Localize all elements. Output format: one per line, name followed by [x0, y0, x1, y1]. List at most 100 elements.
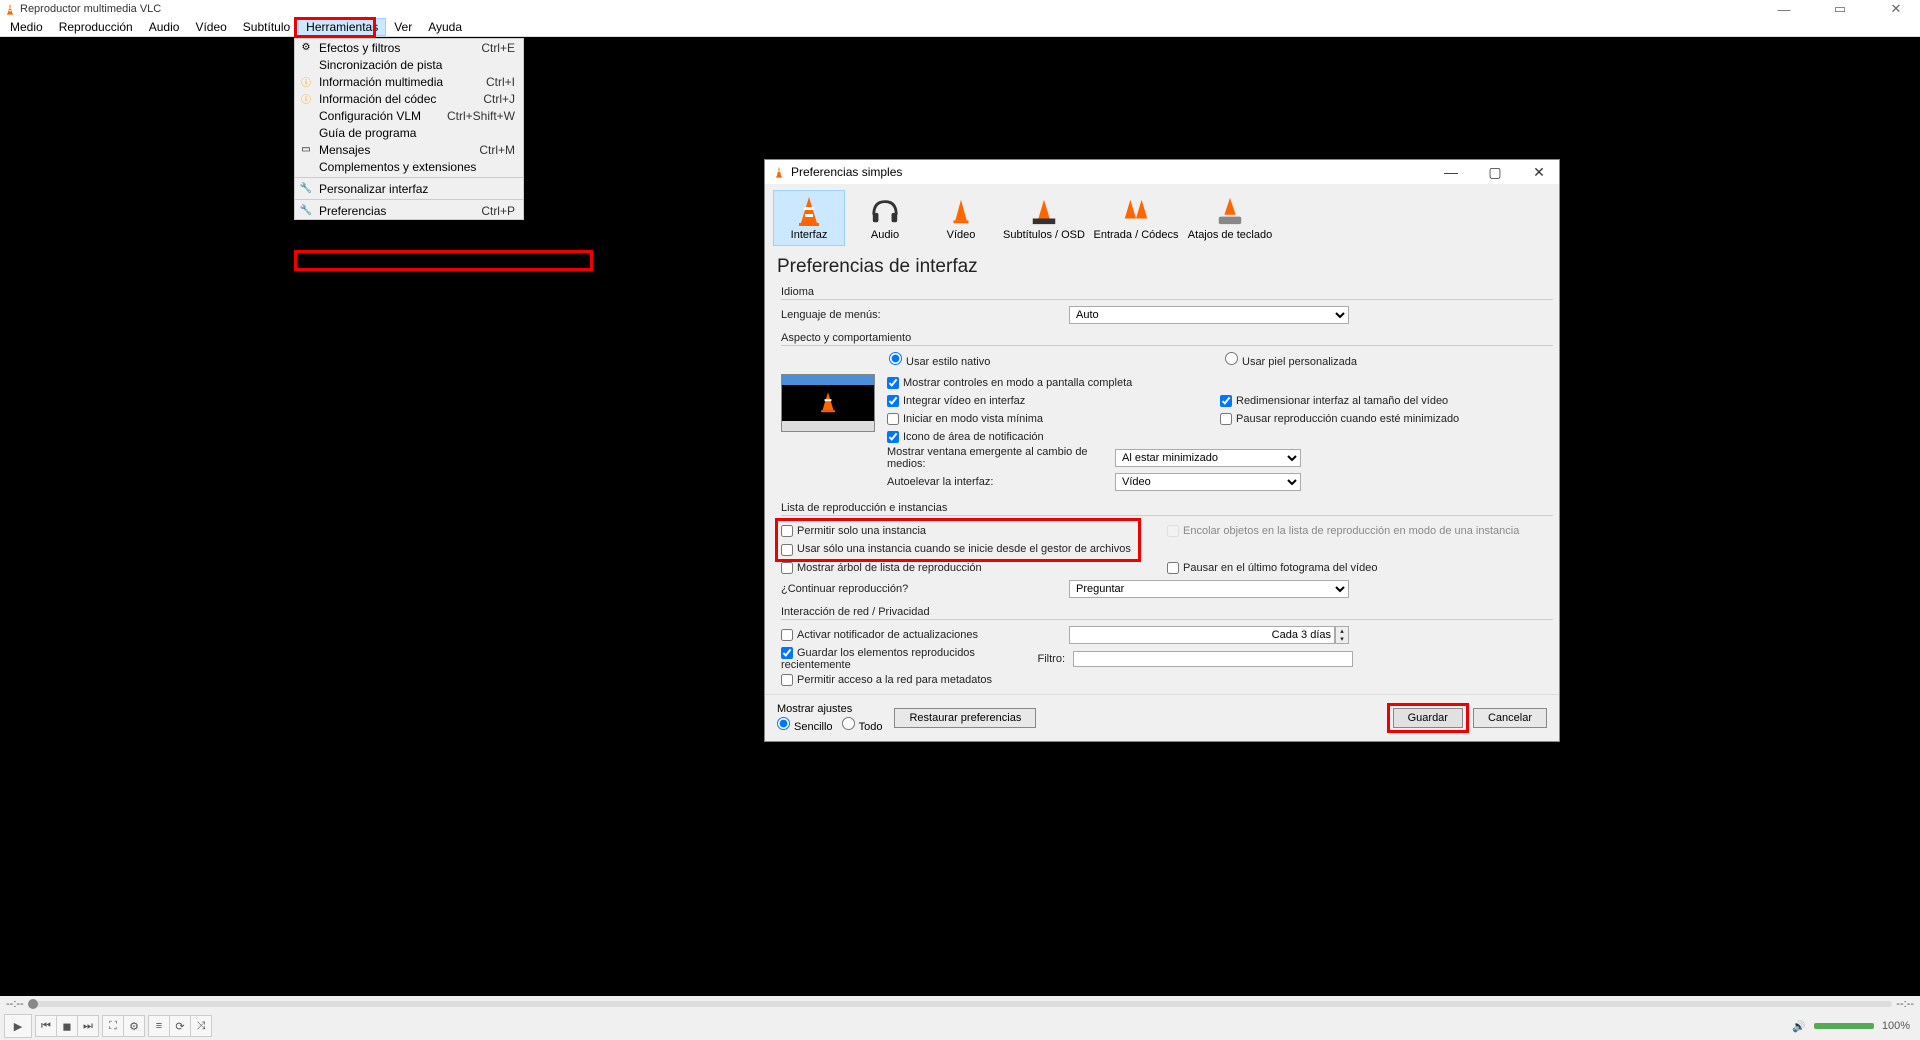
prev-button[interactable]: ⏮ — [35, 1015, 57, 1037]
autoraise-select[interactable]: Vídeo — [1115, 473, 1301, 491]
playlist-button[interactable]: ≡ — [148, 1015, 170, 1037]
update-interval-input[interactable] — [1069, 626, 1335, 644]
ext-settings-button[interactable]: ⚙ — [123, 1015, 145, 1037]
dropdown-separator — [295, 177, 523, 178]
timeline: --:-- --:-- — [0, 996, 1920, 1012]
menu-efectos-filtros[interactable]: ⚙Efectos y filtrosCtrl+E — [295, 39, 523, 56]
filter-input[interactable] — [1073, 651, 1353, 667]
dialog-minimize-button[interactable]: — — [1435, 162, 1467, 182]
time-elapsed: --:-- — [6, 998, 24, 1010]
one-instance-check[interactable]: Permitir solo una instancia — [781, 525, 926, 537]
cat-atajos[interactable]: Atajos de teclado — [1185, 190, 1275, 246]
update-notifier-check[interactable]: Activar notificador de actualizaciones — [781, 629, 1061, 641]
show-settings-label: Mostrar ajustes — [777, 703, 882, 715]
menu-video[interactable]: Vídeo — [187, 18, 234, 36]
pause-last-check[interactable]: Pausar en el último fotograma del vídeo — [1167, 562, 1377, 574]
volume-slider[interactable] — [1814, 1023, 1874, 1029]
dialog-close-button[interactable]: ✕ — [1523, 162, 1555, 182]
interface-cone-icon — [793, 195, 825, 227]
cat-audio[interactable]: Audio — [849, 190, 921, 246]
filter-label: Filtro: — [1029, 653, 1065, 665]
window-close-button[interactable]: ✕ — [1876, 0, 1916, 18]
volume-percent: 100% — [1882, 1020, 1910, 1032]
cat-video[interactable]: Vídeo — [925, 190, 997, 246]
cancel-button[interactable]: Cancelar — [1473, 708, 1547, 728]
window-title: Reproductor multimedia VLC — [20, 3, 161, 15]
menu-vlm[interactable]: Configuración VLMCtrl+Shift+W — [295, 107, 523, 124]
menu-lang-select[interactable]: Auto — [1069, 306, 1349, 324]
menu-personalizar[interactable]: 🔧Personalizar interfaz — [295, 180, 523, 197]
section-title: Idioma — [781, 286, 1553, 300]
headphones-icon — [869, 195, 901, 227]
volume-icon[interactable]: 🔊 — [1792, 1020, 1806, 1033]
menu-sincronizacion[interactable]: Sincronización de pista — [295, 56, 523, 73]
section-playlist: Lista de reproducción e instancias Permi… — [781, 502, 1553, 597]
vlc-cone-icon — [773, 166, 785, 178]
start-minimal-check[interactable]: Iniciar en modo vista mínima — [887, 413, 1043, 425]
settings-all-radio[interactable]: Todo — [842, 721, 883, 733]
pause-minimized-check[interactable]: Pausar reproducción cuando esté minimiza… — [1220, 413, 1459, 425]
prefs-body[interactable]: Idioma Lenguaje de menús: Auto Aspecto y… — [765, 286, 1559, 694]
popup-select[interactable]: Al estar minimizado — [1115, 449, 1301, 467]
section-idioma: Idioma Lenguaje de menús: Auto — [781, 286, 1553, 324]
message-icon: ▭ — [299, 143, 313, 157]
loop-button[interactable]: ⟳ — [169, 1015, 191, 1037]
save-recent-check[interactable]: Guardar los elementos reproducidos recie… — [781, 647, 1021, 671]
menu-reproduccion[interactable]: Reproducción — [51, 18, 141, 36]
window-minimize-button[interactable]: — — [1764, 0, 1804, 18]
one-instance-fm-check[interactable]: Usar sólo una instancia cuando se inicie… — [781, 543, 1131, 555]
fullscreen-controls-check[interactable]: Mostrar controles en modo a pantalla com… — [887, 377, 1132, 389]
dropdown-separator — [295, 199, 523, 200]
tray-icon-check[interactable]: Icono de área de notificación — [887, 431, 1044, 443]
cat-interfaz[interactable]: Interfaz — [773, 190, 845, 246]
next-button[interactable]: ⏭ — [77, 1015, 99, 1037]
prefs-section-title: Preferencias de interfaz — [765, 252, 1559, 286]
menu-info-multimedia[interactable]: ⓘInformación multimediaCtrl+I — [295, 73, 523, 90]
window-maximize-button[interactable]: ▭ — [1820, 0, 1860, 18]
continue-select[interactable]: Preguntar — [1069, 580, 1349, 598]
menu-medio[interactable]: Medio — [2, 18, 51, 36]
dialog-maximize-button[interactable]: ▢ — [1479, 162, 1511, 182]
time-total: --:-- — [1896, 998, 1914, 1010]
allow-meta-check[interactable]: Permitir acceso a la red para metadatos — [781, 674, 992, 686]
seek-knob[interactable] — [28, 999, 38, 1009]
section-title: Lista de reproducción e instancias — [781, 502, 1553, 516]
autoraise-label: Autoelevar la interfaz: — [887, 476, 1107, 488]
seek-track[interactable] — [28, 1001, 1893, 1007]
popup-label: Mostrar ventana emergente al cambio de m… — [887, 446, 1107, 470]
stop-button[interactable]: ◼ — [56, 1015, 78, 1037]
menu-herramientas[interactable]: Herramientas — [298, 18, 386, 36]
keyboard-cone-icon — [1214, 195, 1246, 227]
play-button[interactable]: ▶ — [4, 1014, 32, 1038]
menu-complementos[interactable]: Complementos y extensiones — [295, 158, 523, 175]
resize-interface-check[interactable]: Redimensionar interfaz al tamaño del víd… — [1220, 395, 1448, 407]
menu-mensajes[interactable]: ▭MensajesCtrl+M — [295, 141, 523, 158]
menu-subtitulo[interactable]: Subtítulo — [235, 18, 298, 36]
section-network: Interacción de red / Privacidad Activar … — [781, 606, 1553, 686]
cat-entrada-codecs[interactable]: Entrada / Códecs — [1091, 190, 1181, 246]
continue-label: ¿Continuar reproducción? — [781, 583, 1061, 595]
settings-simple-radio[interactable]: Sencillo — [777, 721, 833, 733]
vlc-cone-icon — [4, 3, 16, 15]
menu-lang-label: Lenguaje de menús: — [781, 309, 1061, 321]
fullscreen-button[interactable]: ⛶ — [102, 1015, 124, 1037]
menu-preferencias[interactable]: 🔧PreferenciasCtrl+P — [295, 202, 523, 219]
spinner-icon[interactable]: ▴▾ — [1335, 626, 1349, 644]
show-tree-check[interactable]: Mostrar árbol de lista de reproducción — [781, 562, 982, 574]
custom-skin-radio[interactable]: Usar piel personalizada — [1225, 356, 1357, 368]
reset-prefs-button[interactable]: Restaurar preferencias — [894, 708, 1036, 728]
native-style-radio[interactable]: Usar estilo nativo — [889, 356, 990, 368]
menu-ver[interactable]: Ver — [386, 18, 420, 36]
window-titlebar: Reproductor multimedia VLC — ▭ ✕ — [0, 0, 1920, 18]
save-button[interactable]: Guardar — [1393, 708, 1463, 728]
cat-subtitulos[interactable]: Subtítulos / OSD — [1001, 190, 1087, 246]
menu-info-codec[interactable]: ⓘInformación del códecCtrl+J — [295, 90, 523, 107]
wrench-icon: 🔧 — [299, 182, 313, 196]
menu-audio[interactable]: Audio — [141, 18, 188, 36]
section-title: Interacción de red / Privacidad — [781, 606, 1553, 620]
category-tabs: Interfaz Audio Vídeo Subtítulos / OSD En… — [765, 184, 1559, 252]
menu-guia-programa[interactable]: Guía de programa — [295, 124, 523, 141]
menu-ayuda[interactable]: Ayuda — [420, 18, 470, 36]
integrate-video-check[interactable]: Integrar vídeo en interfaz — [887, 395, 1025, 407]
shuffle-button[interactable]: ⤨ — [190, 1015, 212, 1037]
